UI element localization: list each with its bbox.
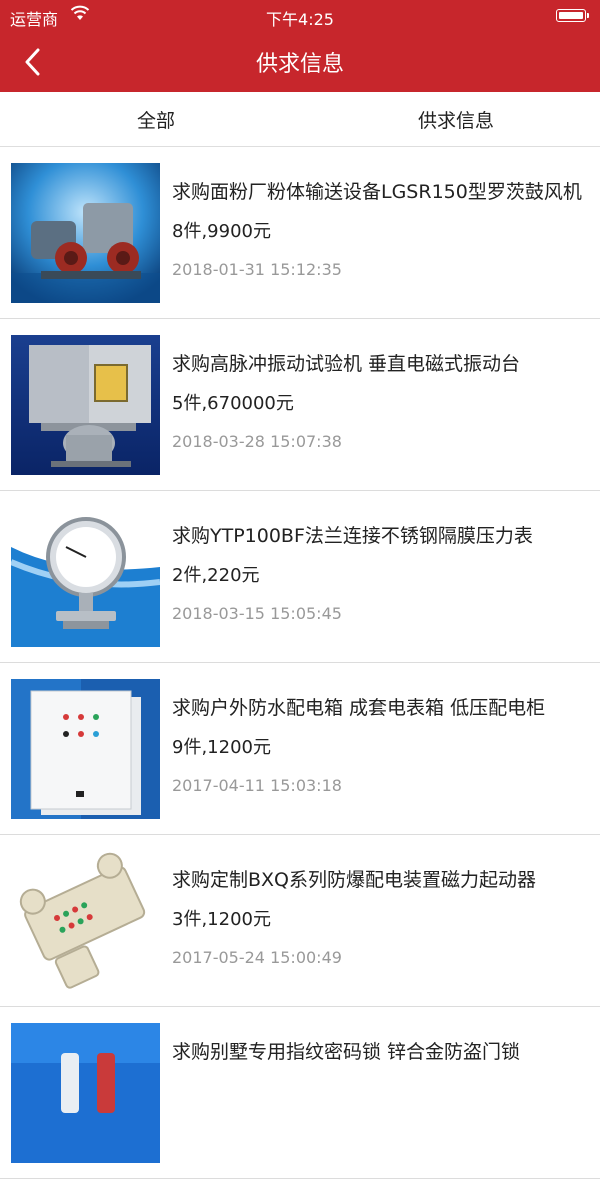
item-title: 求购YTP100BF法兰连接不锈钢隔膜压力表 (172, 525, 533, 547)
list-item[interactable]: 求购户外防水配电箱 成套电表箱 低压配电柜 9件,1200元 2017-04-1… (0, 663, 600, 835)
product-image-explosion-proof-panel (11, 851, 160, 991)
list-item[interactable]: 求购面粉厂粉体输送设备LGSR150型罗茨鼓风机 8件,9900元 2018-0… (0, 147, 600, 319)
page-title: 供求信息 (255, 52, 344, 77)
item-title: 求购别墅专用指纹密码锁 锌合金防盗门锁 (172, 1041, 521, 1063)
item-price: 2件,220元 (172, 565, 260, 586)
item-date: 2018-01-31 15:12:35 (172, 260, 342, 279)
item-title: 求购定制BXQ系列防爆配电装置磁力起动器 (172, 869, 537, 891)
list-item[interactable]: 求购YTP100BF法兰连接不锈钢隔膜压力表 2件,220元 2018-03-1… (0, 491, 600, 663)
nav-bar: 供求信息 (0, 32, 600, 92)
status-time: 下午4:25 (266, 10, 334, 29)
list-item[interactable]: 求购高脉冲振动试验机 垂直电磁式振动台 5件,670000元 2018-03-2… (0, 319, 600, 491)
item-date: 2017-04-11 15:03:18 (172, 776, 342, 795)
top-bar: 运营商 下午4:25 供求信息 (0, 0, 600, 92)
item-title: 求购面粉厂粉体输送设备LGSR150型罗茨鼓风机 (172, 181, 582, 203)
item-price: 5件,670000元 (172, 393, 294, 414)
item-title: 求购高脉冲振动试验机 垂直电磁式振动台 (172, 353, 521, 375)
tab-supply-demand[interactable]: 供求信息 (306, 92, 600, 146)
product-image-distribution-box (11, 679, 160, 819)
list-item[interactable]: 求购别墅专用指纹密码锁 锌合金防盗门锁 (0, 1007, 600, 1179)
tab-all[interactable]: 全部 (6, 92, 306, 146)
item-date: 2018-03-15 15:05:45 (172, 604, 342, 623)
item-price: 9件,1200元 (172, 737, 271, 758)
tab-bar: 全部 供求信息 (0, 92, 600, 147)
product-image-vibration-tester (11, 335, 160, 475)
item-price: 8件,9900元 (172, 221, 271, 242)
battery-icon (556, 9, 589, 22)
status-bar: 运营商 下午4:25 (0, 0, 600, 32)
item-price: 3件,1200元 (172, 909, 271, 930)
listing-list: 求购面粉厂粉体输送设备LGSR150型罗茨鼓风机 8件,9900元 2018-0… (0, 147, 600, 1179)
item-date: 2018-03-28 15:07:38 (172, 432, 342, 451)
product-image-door-lock (11, 1023, 160, 1163)
product-image-blower-machine (11, 163, 160, 303)
item-date: 2017-05-24 15:00:49 (172, 948, 342, 967)
product-image-pressure-gauge (11, 507, 160, 647)
list-item[interactable]: 求购定制BXQ系列防爆配电装置磁力起动器 3件,1200元 2017-05-24… (0, 835, 600, 1007)
item-title: 求购户外防水配电箱 成套电表箱 低压配电柜 (172, 697, 546, 719)
